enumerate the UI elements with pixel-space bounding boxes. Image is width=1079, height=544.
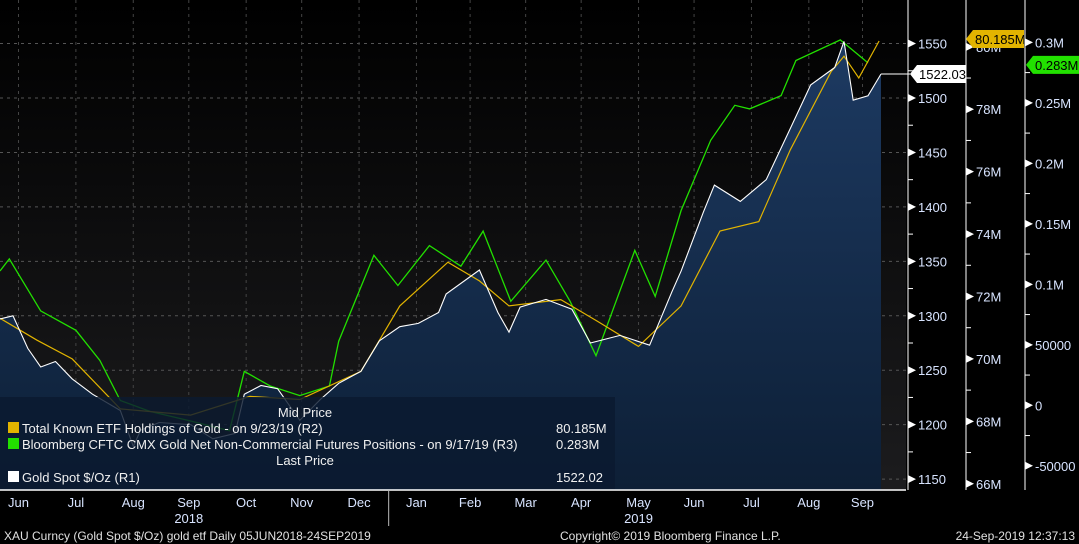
tick-marker xyxy=(1025,38,1033,47)
legend-label: Bloomberg CFTC CMX Gold Net Non-Commerci… xyxy=(22,437,518,452)
tick-label-r2: 70M xyxy=(976,352,1001,367)
x-year-label: 2018 xyxy=(174,511,203,526)
chart: Mid PriceTotal Known ETF Holdings of Gol… xyxy=(0,0,1079,543)
tick-label-r3: 0.15M xyxy=(1035,217,1071,232)
x-tick-label: Feb xyxy=(459,495,481,510)
tick-label-r3: 0.2M xyxy=(1035,156,1064,171)
x-tick-label: Jun xyxy=(8,495,29,510)
x-tick-label: Mar xyxy=(514,495,537,510)
tick-label-r2: 72M xyxy=(976,289,1001,304)
footer-copyright: Copyright© 2019 Bloomberg Finance L.P. xyxy=(560,529,781,543)
tick-marker xyxy=(908,202,916,211)
tick-label-r1: 1400 xyxy=(918,200,947,215)
gold-last-tag: 1522.03 xyxy=(919,67,966,82)
x-tick-label: Sep xyxy=(851,495,874,510)
tick-label-r2: 66M xyxy=(976,477,1001,492)
tick-marker xyxy=(908,257,916,266)
x-tick-label: Jul xyxy=(68,495,85,510)
x-tick-label: Dec xyxy=(348,495,372,510)
legend-value: 80.185M xyxy=(556,421,607,436)
x-year-label: 2019 xyxy=(624,511,653,526)
legend-value: 0.283M xyxy=(556,437,599,452)
tick-label-r2: 68M xyxy=(976,414,1001,429)
x-tick-label: Jun xyxy=(684,495,705,510)
tick-marker xyxy=(966,230,974,239)
tick-marker xyxy=(1025,340,1033,349)
tick-marker xyxy=(1025,219,1033,228)
footer-timestamp: 24-Sep-2019 12:37:13 xyxy=(956,529,1076,543)
tick-marker xyxy=(966,417,974,426)
tick-label-r1: 1500 xyxy=(918,91,947,106)
legend-value: 1522.02 xyxy=(556,470,603,485)
cftc-last-tag: 0.283M xyxy=(1035,58,1078,73)
tick-label-r1: 1550 xyxy=(918,37,947,52)
tick-marker xyxy=(966,354,974,363)
tick-label-r2: 74M xyxy=(976,227,1001,242)
x-tick-label: Aug xyxy=(797,495,820,510)
x-tick-label: Sep xyxy=(177,495,200,510)
x-tick-label: May xyxy=(626,495,651,510)
tick-marker xyxy=(908,94,916,102)
tick-label-r1: 1450 xyxy=(918,145,947,160)
tick-marker xyxy=(1025,159,1033,168)
footer: XAU Curncy (Gold Spot $/Oz) gold etf Dai… xyxy=(4,529,1075,543)
x-tick-label: Jul xyxy=(743,495,760,510)
tick-label-r1: 1250 xyxy=(918,363,947,378)
tick-label-r1: 1200 xyxy=(918,418,947,433)
tick-label-r1: 1150 xyxy=(918,472,946,487)
tick-marker xyxy=(966,105,974,114)
tick-marker xyxy=(908,420,916,429)
tick-label-r1: 1350 xyxy=(918,254,947,269)
tick-marker xyxy=(908,311,916,320)
tick-marker xyxy=(1025,461,1033,470)
tick-marker xyxy=(908,148,916,157)
tick-label-r3: -50000 xyxy=(1035,459,1075,474)
legend-swatch xyxy=(8,471,19,482)
x-tick-label: Aug xyxy=(122,495,145,510)
tick-label-r3: 0.1M xyxy=(1035,277,1064,292)
tick-marker xyxy=(966,167,974,176)
tick-marker xyxy=(966,292,974,301)
tick-marker xyxy=(908,366,916,375)
legend-swatch xyxy=(8,422,19,433)
legend-mid-price-header: Mid Price xyxy=(278,405,332,420)
legend-label: Total Known ETF Holdings of Gold - on 9/… xyxy=(22,421,323,436)
footer-security: XAU Curncy (Gold Spot $/Oz) gold etf Dai… xyxy=(4,529,371,543)
x-tick-label: Oct xyxy=(236,495,257,510)
tick-marker xyxy=(1025,98,1033,107)
x-tick-label: Jan xyxy=(406,495,427,510)
tick-label-r3: 0 xyxy=(1035,398,1042,413)
tick-marker xyxy=(908,39,916,48)
tick-label-r2: 76M xyxy=(976,165,1001,180)
x-tick-label: Nov xyxy=(290,495,314,510)
tick-label-r1: 1300 xyxy=(918,309,947,324)
x-tick-label: Apr xyxy=(571,495,592,510)
tick-label-r3: 0.25M xyxy=(1035,96,1071,111)
tick-marker xyxy=(1025,280,1033,289)
tick-marker xyxy=(1025,401,1033,410)
tick-label-r2: 78M xyxy=(976,102,1001,117)
tick-marker xyxy=(966,479,974,488)
tick-label-r3: 0.3M xyxy=(1035,35,1064,50)
tick-marker xyxy=(908,475,916,484)
etf-last-tag: 80.185M xyxy=(975,32,1026,47)
legend-swatch xyxy=(8,438,19,449)
legend-label: Gold Spot $/Oz (R1) xyxy=(22,470,140,485)
tick-label-r3: 50000 xyxy=(1035,338,1071,353)
legend: Mid PriceTotal Known ETF Holdings of Gol… xyxy=(0,397,615,489)
legend-last-price-header: Last Price xyxy=(276,453,334,468)
